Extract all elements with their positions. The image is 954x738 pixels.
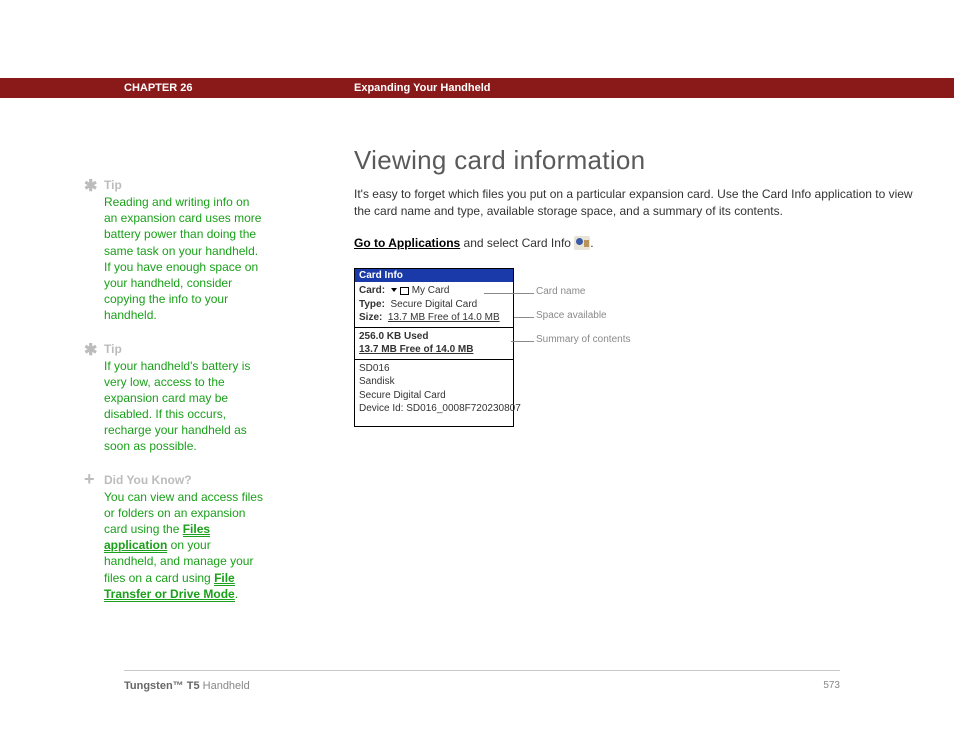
asterisk-icon: ✱ xyxy=(84,340,97,360)
chapter-title: Expanding Your Handheld xyxy=(354,82,491,94)
footer-product: Tungsten™ T5 Handheld xyxy=(124,680,250,692)
card-info-panel: Card Info Card: My Card Type: Secure Dig… xyxy=(354,268,514,427)
detail-line: Secure Digital Card xyxy=(359,389,509,403)
intro-text: It's easy to forget which files you put … xyxy=(354,186,914,220)
card-mini-icon xyxy=(400,287,409,295)
dyk-text-post: . xyxy=(235,587,238,601)
card-info-section-mid: 256.0 KB Used 13.7 MB Free of 14.0 MB xyxy=(355,328,513,360)
card-label: Card: xyxy=(359,285,385,296)
card-info-screenshot: Card Info Card: My Card Type: Secure Dig… xyxy=(354,268,914,427)
instruction-tail2: . xyxy=(590,236,593,250)
card-info-section-top: Card: My Card Type: Secure Digital Card … xyxy=(355,282,513,328)
card-info-titlebar: Card Info xyxy=(355,269,513,282)
dyk-label: Did You Know? xyxy=(104,473,264,487)
used-value: 256.0 KB Used xyxy=(359,331,428,342)
type-value: Secure Digital Card xyxy=(391,299,478,310)
card-info-icon xyxy=(574,236,590,250)
callout-summary: Summary of contents xyxy=(536,334,630,345)
size-value: 13.7 MB Free of 14.0 MB xyxy=(388,312,500,323)
card-name-row: Card: My Card xyxy=(359,284,509,298)
callout-card-name: Card name xyxy=(536,286,585,297)
card-size-row: Size: 13.7 MB Free of 14.0 MB xyxy=(359,311,509,325)
chapter-label: CHAPTER 26 xyxy=(124,82,192,94)
page-title: Viewing card information xyxy=(354,145,914,176)
tip-block-2: ✱ Tip If your handheld's battery is very… xyxy=(104,342,264,455)
plus-icon: + xyxy=(84,469,95,490)
dropdown-arrow-icon xyxy=(391,288,397,292)
asterisk-icon: ✱ xyxy=(84,176,97,196)
did-you-know-block: + Did You Know? You can view and access … xyxy=(104,473,264,602)
footer-product-text: Handheld xyxy=(200,680,250,692)
detail-line: SD016 xyxy=(359,362,509,376)
footer-divider xyxy=(124,670,840,671)
dyk-body: You can view and access files or folders… xyxy=(104,489,264,602)
callout-summary-text: Summary of contents xyxy=(536,334,630,345)
footer-brand: Tungsten™ T5 xyxy=(124,680,200,692)
sidebar: ✱ Tip Reading and writing info on an exp… xyxy=(104,178,264,620)
free-value: 13.7 MB Free of 14.0 MB xyxy=(359,344,473,355)
instruction-line: Go to Applications and select Card Info … xyxy=(354,236,914,251)
detail-line: Sandisk xyxy=(359,375,509,389)
tip-label: Tip xyxy=(104,342,264,356)
card-name-value: My Card xyxy=(412,285,450,296)
callout-space: Space available xyxy=(536,310,607,321)
tip-label: Tip xyxy=(104,178,264,192)
instruction-tail: and select Card Info xyxy=(460,236,574,250)
callout-space-text: Space available xyxy=(536,310,607,321)
header-bar: CHAPTER 26 Expanding Your Handheld xyxy=(0,78,954,98)
main-content: Viewing card information It's easy to fo… xyxy=(354,145,914,427)
size-label: Size: xyxy=(359,312,382,323)
go-to-applications-link[interactable]: Go to Applications xyxy=(354,236,460,250)
type-label: Type: xyxy=(359,299,385,310)
detail-line: Device Id: SD016_0008F720230807 xyxy=(359,402,509,416)
page-number: 573 xyxy=(823,680,840,691)
tip-block-1: ✱ Tip Reading and writing info on an exp… xyxy=(104,178,264,324)
tip-body: Reading and writing info on an expansion… xyxy=(104,194,264,324)
card-info-section-details: SD016 Sandisk Secure Digital Card Device… xyxy=(355,360,513,426)
card-type-row: Type: Secure Digital Card xyxy=(359,298,509,312)
tip-body: If your handheld's battery is very low, … xyxy=(104,358,264,455)
callout-card-name-text: Card name xyxy=(536,286,585,297)
